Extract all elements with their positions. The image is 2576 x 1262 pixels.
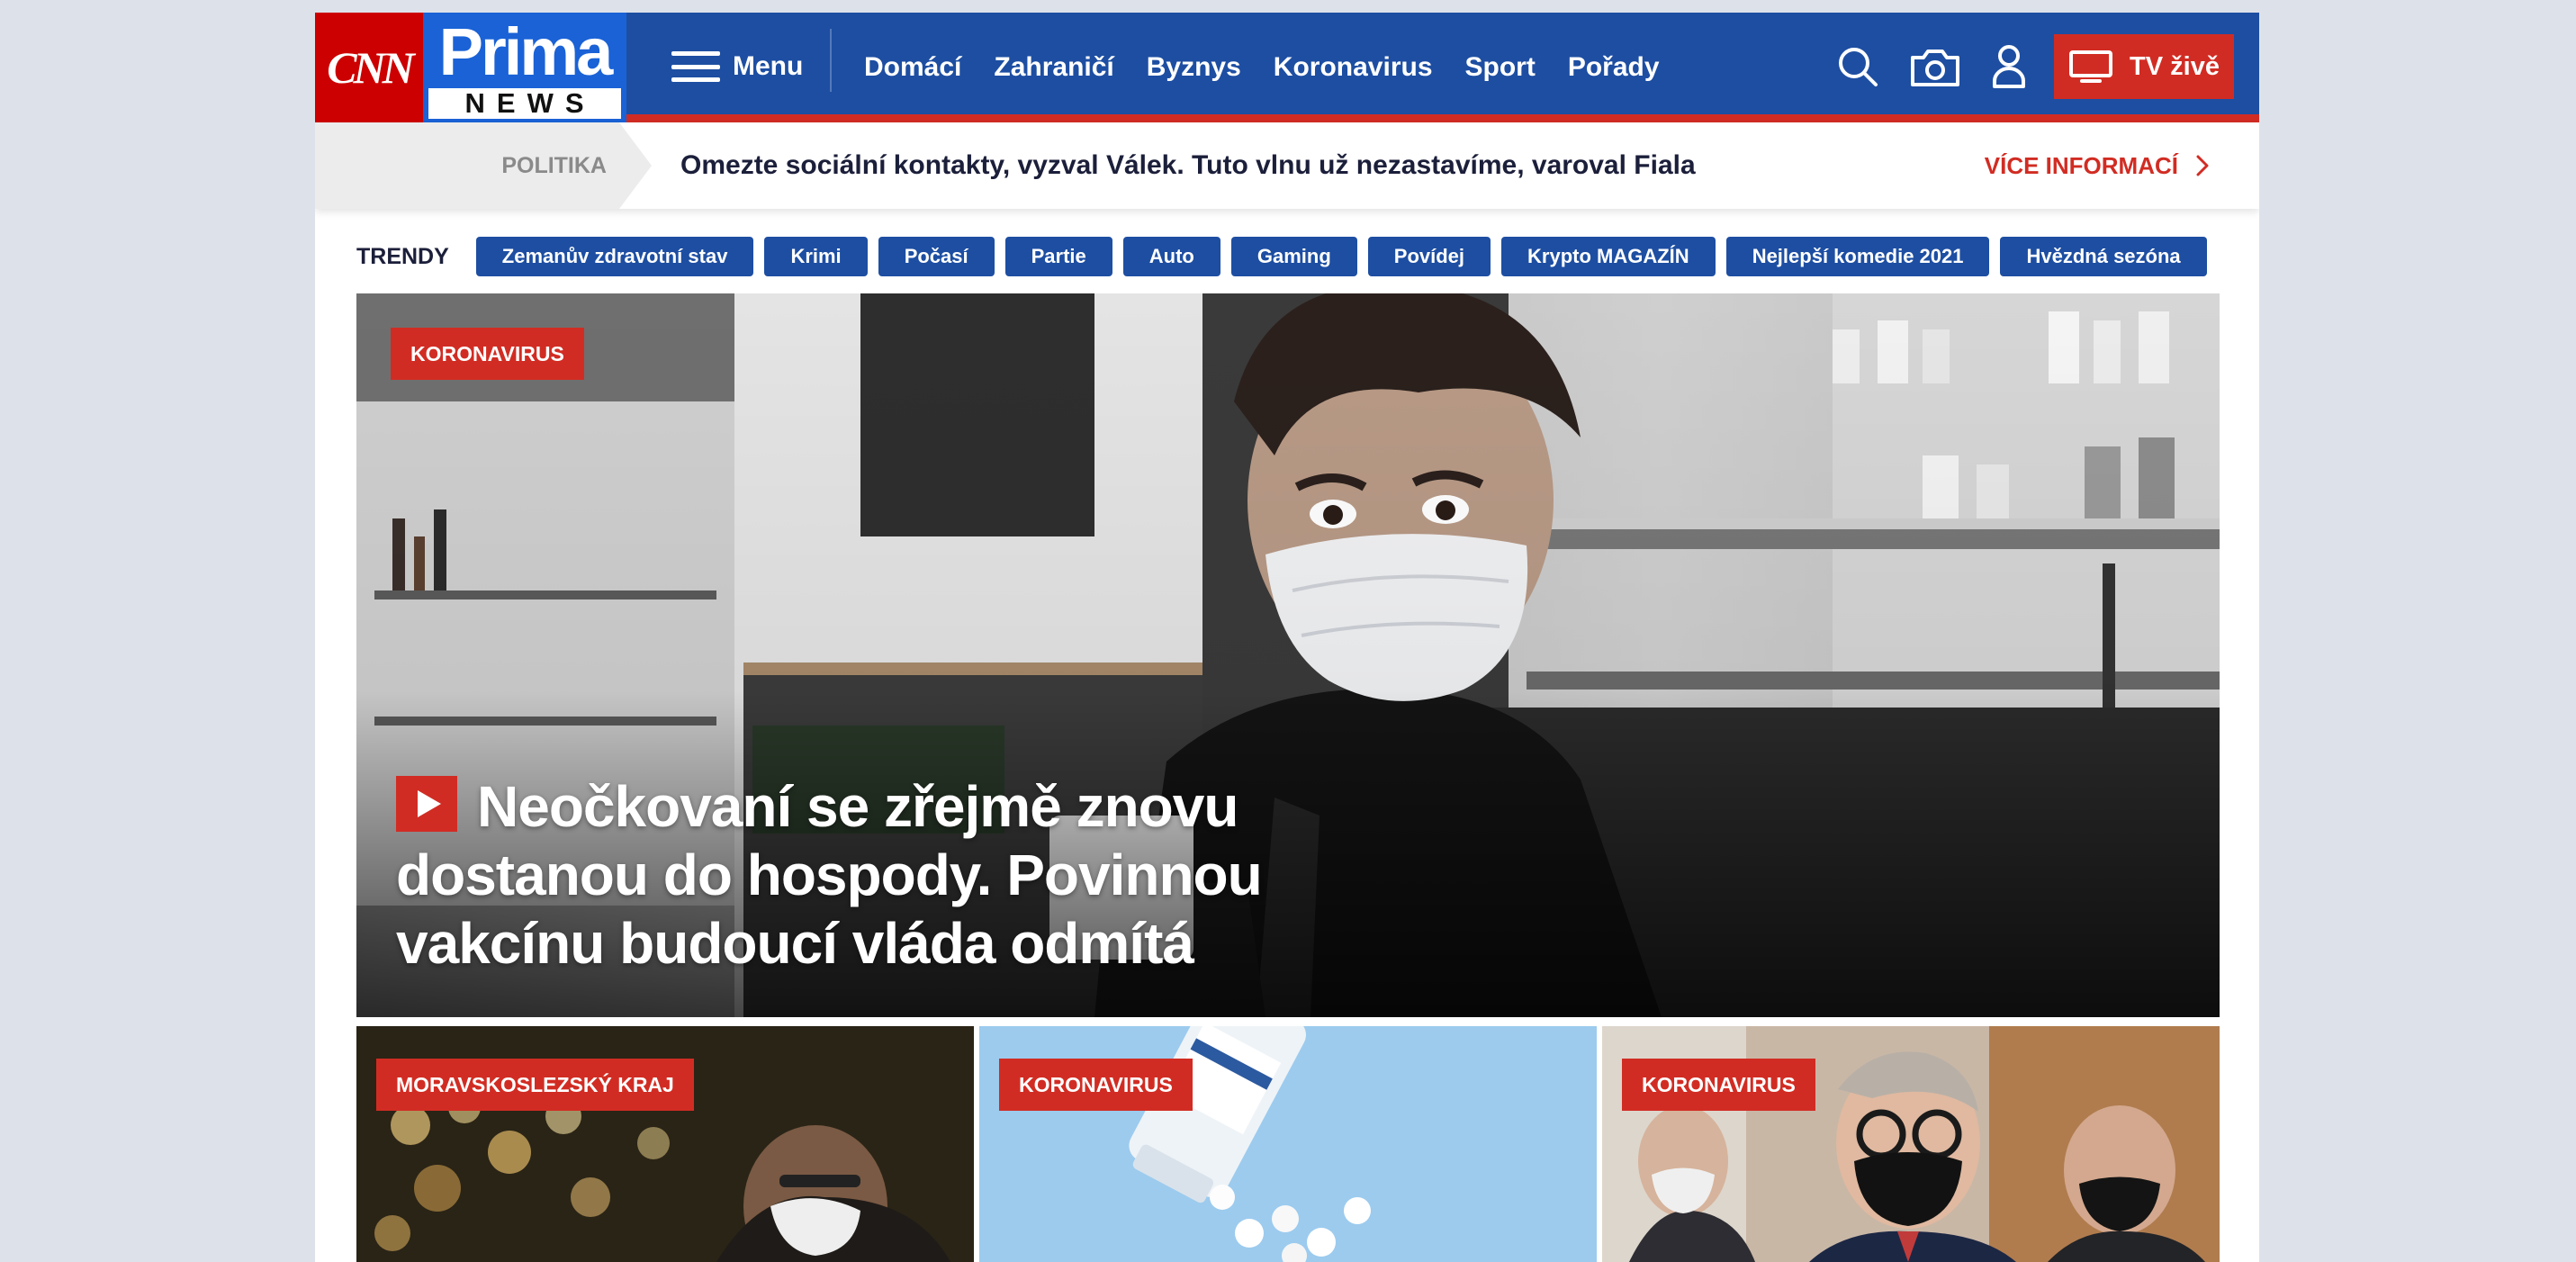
nav-link-domaci[interactable]: Domácí [864,52,961,83]
trend-chip[interactable]: Krypto MAGAZÍN [1501,237,1716,276]
tv-live-label: TV živě [2130,51,2220,81]
card-category-tag[interactable]: KORONAVIRUS [999,1059,1193,1111]
page: CNN Prima NEWS Menu Domácí Zahraničí Byz… [315,13,2259,1262]
breaking-category-label: POLITIKA [501,153,607,178]
breaking-category[interactable]: POLITIKA [315,122,652,209]
search-icon[interactable] [1831,40,1885,94]
nav-link-koronavirus[interactable]: Koronavirus [1274,52,1433,83]
nav-link-porady[interactable]: Pořady [1568,52,1660,83]
hero-category-tag[interactable]: KORONAVIRUS [391,328,584,380]
tv-live-button[interactable]: TV živě [2054,34,2234,99]
play-icon [396,776,457,832]
prima-logo-word: Prima [438,14,614,89]
prima-news-logo[interactable]: Prima NEWS [423,13,626,122]
tv-icon [2069,50,2113,83]
article-card[interactable]: KORONAVIRUS [979,1026,1597,1262]
trend-chip[interactable]: Gaming [1230,237,1357,276]
nav-divider [830,29,832,92]
hero-headline[interactable]: Neočkovaní se zřejmě znovu dostanou do h… [396,772,1296,978]
nav-link-byznys[interactable]: Byznys [1147,52,1241,83]
nav-link-zahranici[interactable]: Zahraničí [994,52,1113,83]
article-card[interactable]: MORAVSKOSLEZSKÝ KRAJ [356,1026,974,1262]
trend-chip[interactable]: Počasí [878,237,995,276]
breaking-headline[interactable]: Omezte sociální kontakty, vyzval Válek. … [680,122,1696,209]
trend-chip[interactable]: Zemanův zdravotní stav [475,237,754,276]
menu-label: Menu [733,51,804,81]
trends-label: TRENDY [356,243,449,269]
trend-chip[interactable]: Nejlepší komedie 2021 [1725,237,1990,276]
main-nav: Domácí Zahraničí Byznys Koronavirus Spor… [864,13,1660,122]
trends-bar: TRENDY Zemanův zdravotní stav Krimi Poča… [356,236,2207,277]
hero-headline-text: Neočkovaní se zřejmě znovu dostanou do h… [396,774,1263,976]
trend-chip[interactable]: Hvězdná sezóna [2000,237,2207,276]
card-category-tag[interactable]: MORAVSKOSLEZSKÝ KRAJ [376,1059,694,1111]
more-info-label: VÍCE INFORMACÍ [1984,151,2178,179]
hero-article[interactable]: KORONAVIRUS Neočkovaní se zřejmě znovu d… [356,293,2220,1017]
breaking-news-bar: POLITIKA Omezte sociální kontakty, vyzva… [315,122,2259,209]
trend-chip[interactable]: Povídej [1367,237,1491,276]
site-header: CNN Prima NEWS Menu Domácí Zahraničí Byz… [315,13,2259,122]
trend-chip[interactable]: Auto [1122,237,1220,276]
card-category-tag[interactable]: KORONAVIRUS [1622,1059,1815,1111]
news-logo-word: NEWS [428,88,621,119]
cnn-logo[interactable]: CNN [315,13,423,122]
article-card[interactable]: KORONAVIRUS [1602,1026,2220,1262]
trend-chip[interactable]: Krimi [764,237,868,276]
user-icon[interactable] [1982,40,2036,94]
menu-button[interactable]: Menu [671,40,803,94]
nav-link-sport[interactable]: Sport [1465,52,1536,83]
trend-chip[interactable]: Partie [1004,237,1112,276]
more-info-link[interactable]: VÍCE INFORMACÍ [1985,122,2209,209]
hamburger-icon [671,51,720,82]
chevron-right-icon [2196,155,2209,176]
camera-icon[interactable] [1908,40,1962,94]
